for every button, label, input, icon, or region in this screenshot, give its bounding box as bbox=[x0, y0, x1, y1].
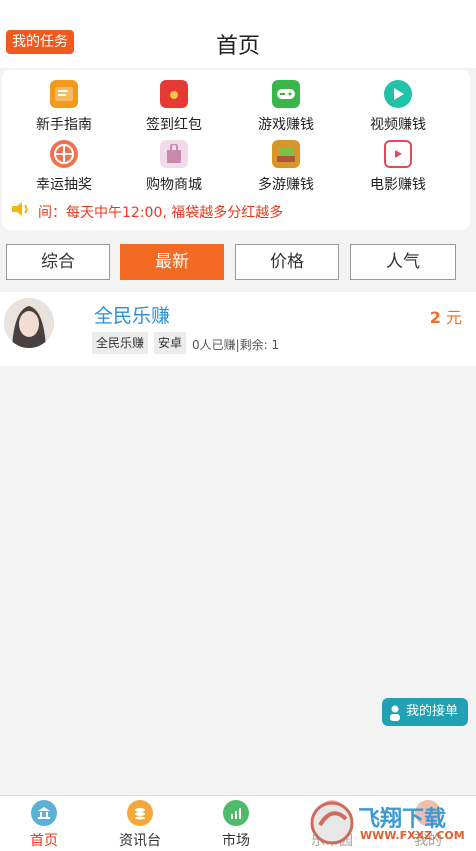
coins-icon bbox=[127, 800, 153, 826]
grid-label: 购物商城 bbox=[146, 177, 202, 193]
page-title: 首页 bbox=[215, 34, 260, 59]
notice-text: 间：每天中午12:00, 福袋越多分红越多 bbox=[38, 205, 284, 221]
grid-label: 新手指南 bbox=[36, 117, 92, 133]
bank-icon bbox=[31, 800, 57, 826]
task-meta: 0人已赚|剩余: 1 bbox=[192, 338, 280, 352]
film-icon bbox=[384, 140, 412, 168]
grid-item-guide[interactable]: 新手指南 bbox=[14, 80, 114, 134]
red-envelope-icon bbox=[160, 80, 188, 108]
nav-label: 首页 bbox=[30, 833, 58, 849]
my-orders-label: 我的接单 bbox=[406, 704, 459, 719]
grid-item-multi-game-earn[interactable]: 多游赚钱 bbox=[236, 140, 336, 194]
feature-panel: 新手指南 签到红包 游戏赚钱 视频赚钱 幸运抽奖 购物商城 多游赚钱 电影赚钱 … bbox=[2, 70, 470, 230]
task-list-item[interactable]: 全民乐赚 2 元 全民乐赚 安卓 0人已赚|剩余: 1 bbox=[0, 292, 476, 366]
grid-label: 多游赚钱 bbox=[258, 177, 314, 193]
nav-market[interactable]: 市场 bbox=[196, 800, 276, 850]
lottery-wheel-icon bbox=[50, 140, 78, 168]
tab-popularity[interactable]: 人气 bbox=[350, 244, 456, 280]
arcade-icon bbox=[272, 140, 300, 168]
nav-home[interactable]: 首页 bbox=[4, 800, 84, 850]
grid-item-video-earn[interactable]: 视频赚钱 bbox=[348, 80, 448, 134]
grid-label: 电影赚钱 bbox=[370, 177, 426, 193]
grid-item-shopping-mall[interactable]: 购物商城 bbox=[124, 140, 224, 194]
nav-label: 市场 bbox=[222, 833, 250, 849]
task-title: 全民乐赚 bbox=[94, 305, 171, 327]
tab-price[interactable]: 价格 bbox=[235, 244, 339, 280]
task-tag: 全民乐赚 bbox=[92, 332, 149, 354]
sort-tabs: 综合 最新 价格 人气 bbox=[0, 244, 476, 282]
grid-item-signin-redpacket[interactable]: 签到红包 bbox=[124, 80, 224, 134]
notice-bar: 间：每天中午12:00, 福袋越多分红越多 bbox=[8, 198, 468, 222]
task-tag: 安卓 bbox=[154, 332, 187, 354]
grid-item-game-earn[interactable]: 游戏赚钱 bbox=[236, 80, 336, 134]
grid-label: 游戏赚钱 bbox=[258, 117, 314, 133]
grid-item-lottery[interactable]: 幸运抽奖 bbox=[14, 140, 114, 194]
nav-news[interactable]: 资讯台 bbox=[100, 800, 180, 850]
task-price: 2 元 bbox=[429, 308, 462, 327]
watermark: 飞翔下载 WWW.FXXZ.COM bbox=[306, 795, 474, 851]
grid-item-movie-earn[interactable]: 电影赚钱 bbox=[348, 140, 448, 194]
person-icon bbox=[388, 704, 402, 732]
header: 我的任务 首页 bbox=[0, 0, 476, 68]
chart-icon bbox=[223, 800, 249, 826]
avatar bbox=[4, 298, 54, 348]
watermark-url: WWW.FXXZ.COM bbox=[360, 829, 465, 842]
tab-latest[interactable]: 最新 bbox=[120, 244, 224, 280]
gamepad-icon bbox=[272, 80, 300, 108]
shopping-bag-icon bbox=[160, 140, 188, 168]
guide-book-icon bbox=[50, 80, 78, 108]
nav-label: 资讯台 bbox=[119, 833, 161, 849]
speaker-icon bbox=[10, 200, 32, 222]
grid-label: 签到红包 bbox=[146, 117, 202, 133]
play-icon bbox=[384, 80, 412, 108]
grid-label: 幸运抽奖 bbox=[36, 177, 92, 193]
grid-label: 视频赚钱 bbox=[370, 117, 426, 133]
tab-comprehensive[interactable]: 综合 bbox=[6, 244, 110, 280]
my-orders-button[interactable]: 我的接单 bbox=[382, 698, 468, 726]
